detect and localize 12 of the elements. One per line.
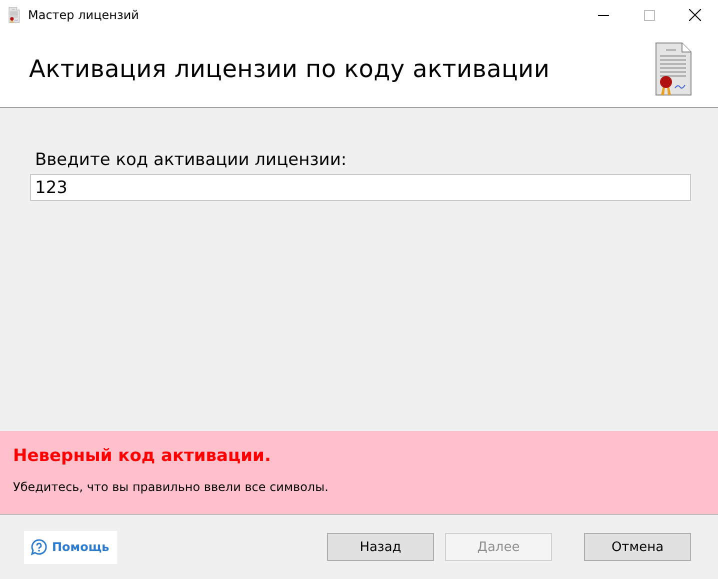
cancel-button[interactable]: Отмена — [584, 533, 691, 561]
activation-code-field[interactable]: 123 — [30, 174, 691, 201]
page-heading: Активация лицензии по коду активации — [29, 54, 551, 82]
field-label: Введите код активации лицензии: — [35, 150, 347, 170]
error-message: Убедитесь, что вы правильно ввели все символы. — [13, 480, 328, 494]
window-title: Мастер лицензий — [28, 8, 140, 22]
help-link[interactable]: Помощь — [24, 530, 118, 564]
back-button[interactable]: Назад — [327, 533, 434, 561]
error-title: Неверный код активации. — [13, 446, 271, 466]
certificate-icon — [654, 42, 692, 96]
app-icon — [8, 7, 20, 23]
help-icon — [30, 538, 48, 556]
